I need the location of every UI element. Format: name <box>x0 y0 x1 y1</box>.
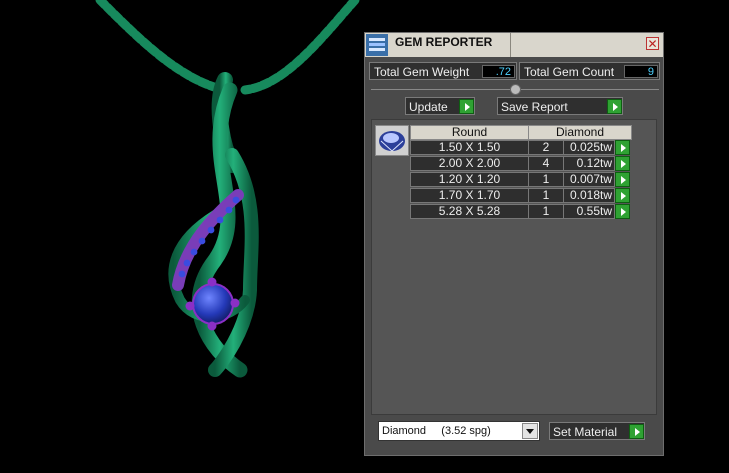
close-button[interactable]: ✕ <box>646 37 659 50</box>
gem-weight-cell: 0.12tw <box>563 156 615 171</box>
gem-weight-cell: 0.018tw <box>563 188 615 203</box>
gem-count-cell: 1 <box>528 188 564 203</box>
title-tab-divider <box>510 33 511 57</box>
total-gem-count-value: 9 <box>624 65 658 78</box>
column-header-round: Round <box>410 125 529 140</box>
gem-count-cell: 1 <box>528 172 564 187</box>
gem-size-cell: 1.70 X 1.70 <box>410 188 529 203</box>
gem-count-cell: 4 <box>528 156 564 171</box>
gem-count-cell: 1 <box>528 204 564 219</box>
save-report-arrow-icon <box>607 99 622 114</box>
row-arrow-icon[interactable] <box>615 204 630 219</box>
material-select-value: Diamond (3.52 spg) <box>382 425 491 437</box>
gem-weight-cell: 0.55tw <box>563 204 615 219</box>
gem-weight-cell: 0.025tw <box>563 140 615 155</box>
chevron-down-icon[interactable] <box>522 423 538 439</box>
gem-weight-cell: 0.007tw <box>563 172 615 187</box>
set-material-arrow-icon <box>629 424 644 439</box>
set-material-button-label: Set Material <box>553 425 618 439</box>
material-select[interactable]: Diamond (3.52 spg) <box>378 421 540 441</box>
gem-size-cell: 5.28 X 5.28 <box>410 204 529 219</box>
set-material-button[interactable]: Set Material <box>549 422 645 440</box>
gem-count-cell: 2 <box>528 140 564 155</box>
save-report-button[interactable]: Save Report <box>497 97 623 115</box>
total-gem-weight-label: Total Gem Weight <box>374 65 470 79</box>
panel-titlebar[interactable]: GEM REPORTER ✕ <box>365 33 663 57</box>
row-arrow-icon[interactable] <box>615 156 630 171</box>
center-stone <box>185 277 240 331</box>
save-report-button-label: Save Report <box>501 100 568 114</box>
gem-reporter-panel: GEM REPORTER ✕ Total Gem Weight .72 Tota… <box>364 32 664 456</box>
total-gem-count-box: Total Gem Count 9 <box>519 62 660 80</box>
column-header-diamond: Diamond <box>528 125 632 140</box>
gem-size-cell: 1.50 X 1.50 <box>410 140 529 155</box>
row-arrow-icon[interactable] <box>615 172 630 187</box>
gem-size-cell: 2.00 X 2.00 <box>410 156 529 171</box>
total-gem-weight-box: Total Gem Weight .72 <box>369 62 517 80</box>
row-arrow-icon[interactable] <box>615 188 630 203</box>
update-arrow-icon <box>459 99 474 114</box>
panel-title: GEM REPORTER <box>395 35 493 49</box>
row-arrow-icon[interactable] <box>615 140 630 155</box>
total-gem-weight-value: .72 <box>482 65 515 78</box>
gem-reporter-app-icon <box>366 34 388 56</box>
gem-size-cell: 1.20 X 1.20 <box>410 172 529 187</box>
round-cut-gem-icon[interactable] <box>375 125 409 156</box>
total-gem-count-label: Total Gem Count <box>524 65 615 79</box>
update-button[interactable]: Update <box>405 97 475 115</box>
collapse-handle[interactable] <box>510 84 521 95</box>
update-button-label: Update <box>409 100 448 114</box>
